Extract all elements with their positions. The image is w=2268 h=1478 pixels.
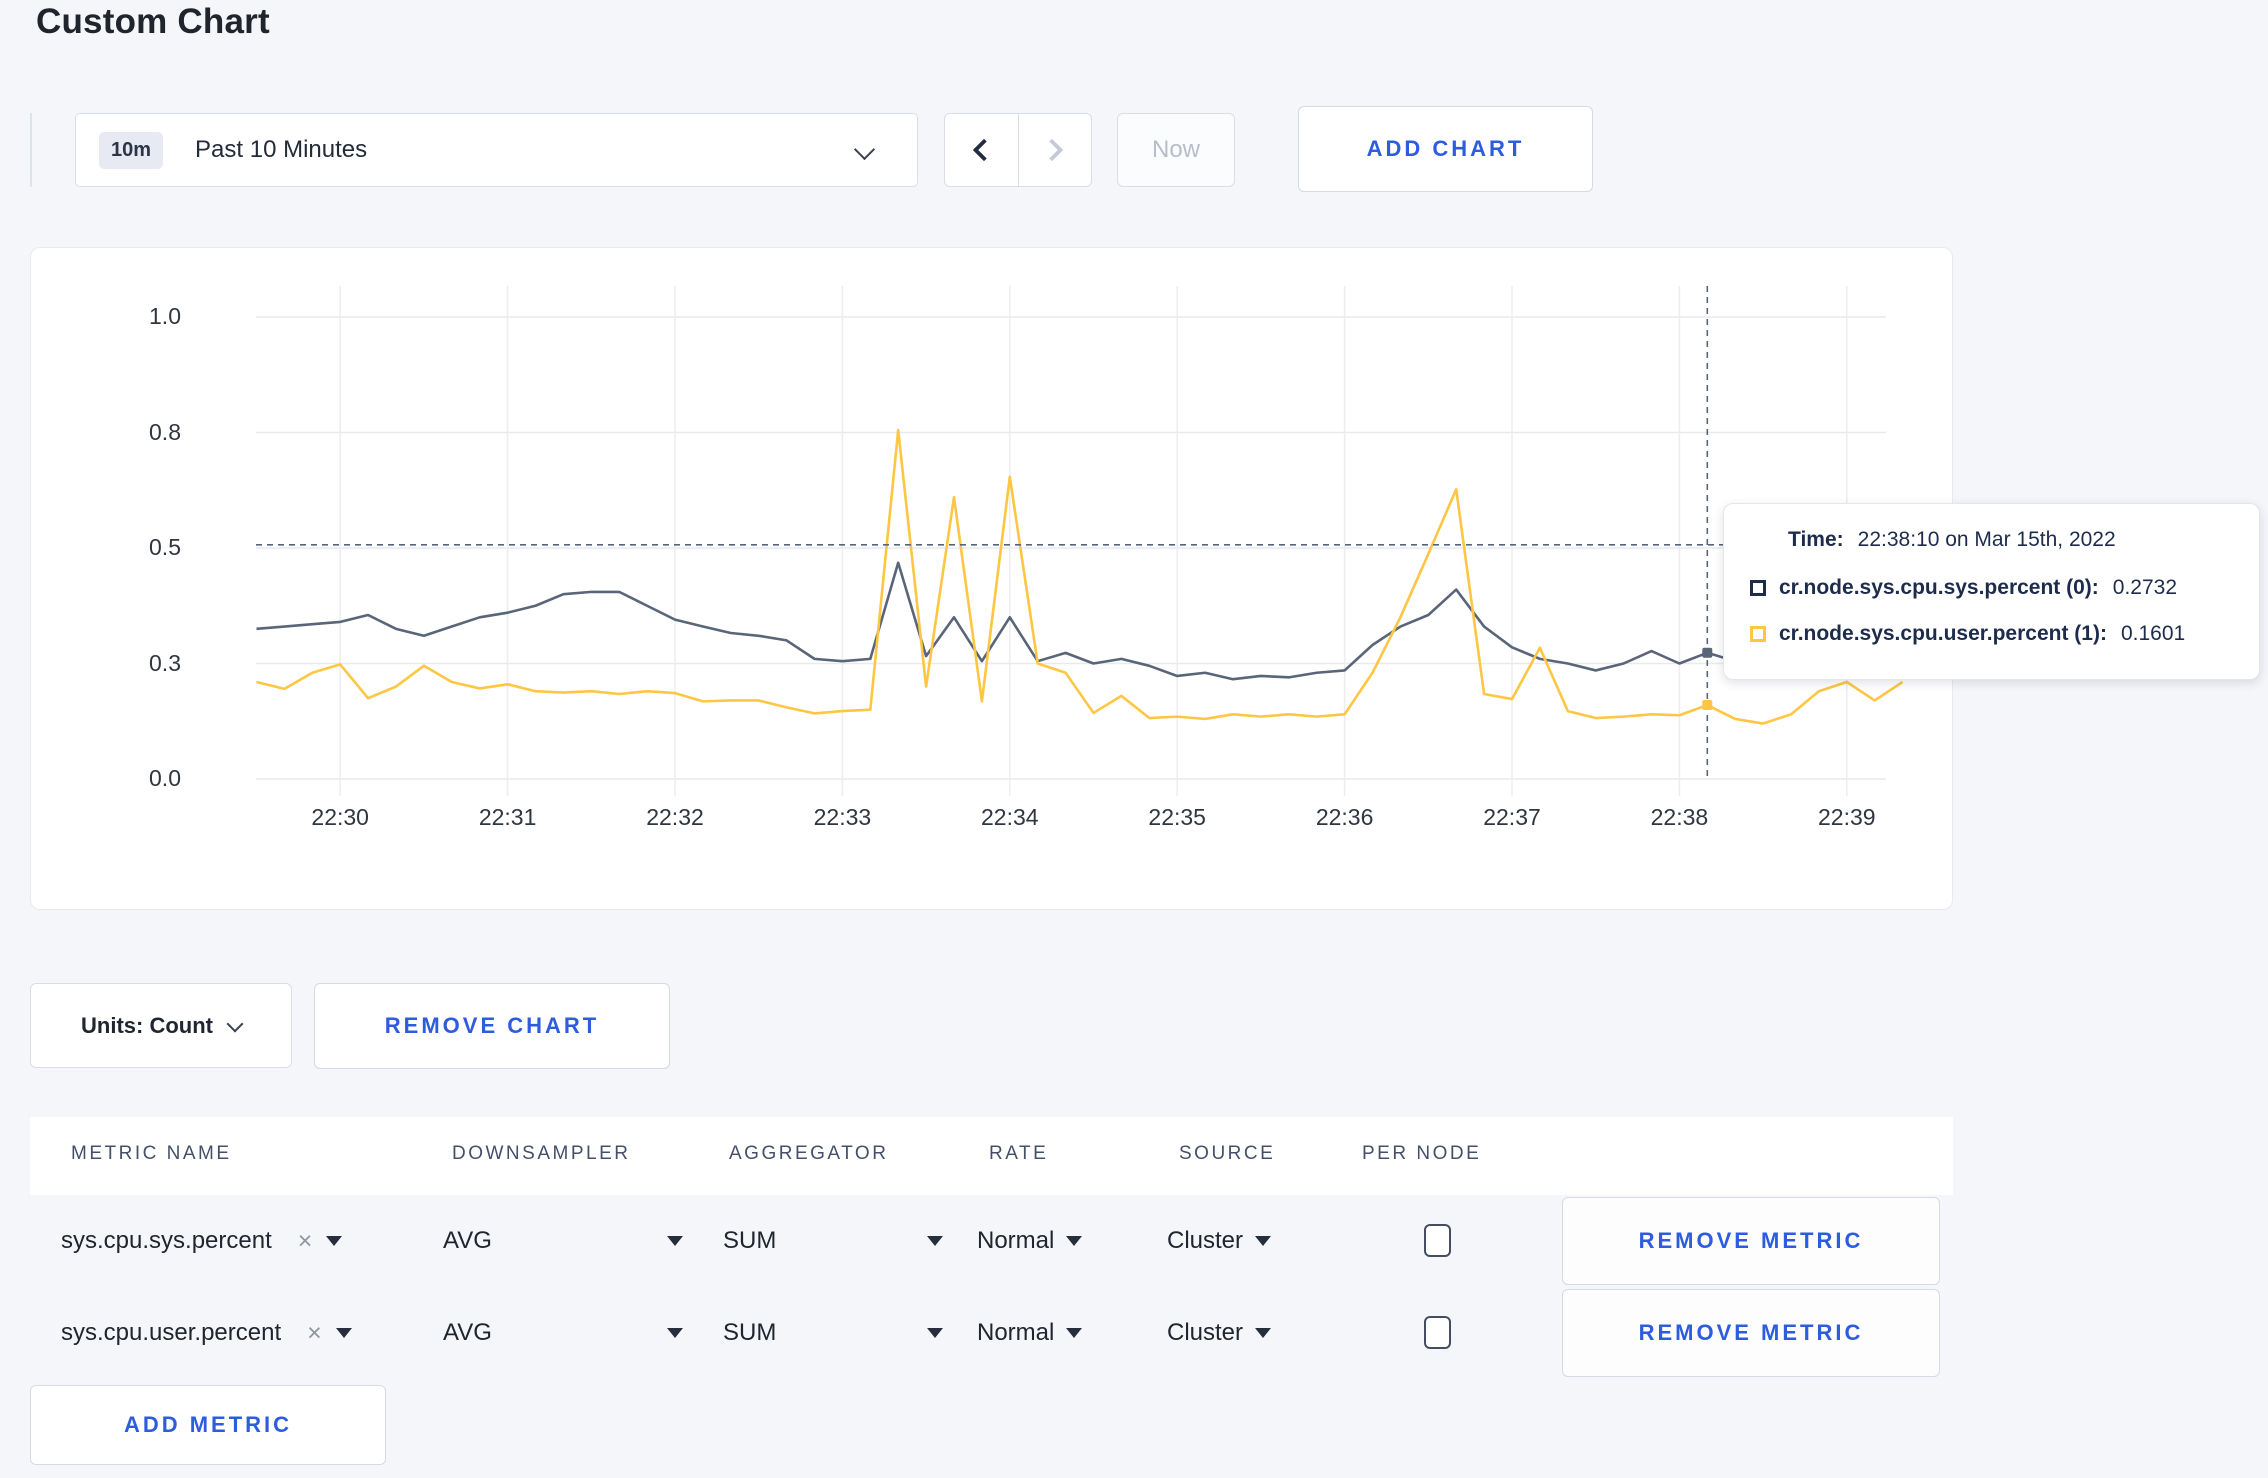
chevron-down-icon xyxy=(226,1015,244,1032)
clear-metric-icon[interactable]: × xyxy=(298,1227,313,1256)
now-button[interactable]: Now xyxy=(1117,113,1235,187)
rate-dropdown[interactable]: Normal xyxy=(977,1287,1083,1379)
caret-down-icon xyxy=(667,1328,683,1338)
chevron-right-icon xyxy=(1040,138,1064,162)
clear-metric-icon[interactable]: × xyxy=(307,1319,322,1348)
toolbar-left-divider xyxy=(30,113,32,187)
caret-down-icon xyxy=(927,1328,943,1338)
rate-value: Normal xyxy=(977,1227,1055,1254)
caret-down-icon xyxy=(667,1236,683,1246)
metric-name-value: sys.cpu.sys.percent xyxy=(61,1227,272,1254)
caret-down-icon xyxy=(326,1236,343,1246)
tooltip-series-row: cr.node.sys.cpu.sys.percent (0): 0.2732 xyxy=(1750,576,2177,600)
per-node-checkbox[interactable] xyxy=(1424,1224,1451,1257)
chevron-down-icon xyxy=(853,138,876,161)
x-tick-label: 22:37 xyxy=(1483,804,1541,830)
series-sys-swatch-icon xyxy=(1750,580,1766,596)
time-range-selector[interactable]: 10m Past 10 Minutes xyxy=(75,113,918,187)
caret-down-icon xyxy=(927,1236,943,1246)
downsampler-value: AVG xyxy=(443,1227,492,1254)
y-tick-label: 1.0 xyxy=(149,303,181,329)
x-tick-label: 22:31 xyxy=(478,804,537,830)
add-chart-button[interactable]: ADD CHART xyxy=(1298,106,1593,192)
x-tick-label: 22:33 xyxy=(813,804,872,830)
column-header-source: SOURCE xyxy=(1179,1143,1276,1164)
downsampler-dropdown[interactable]: AVG xyxy=(443,1195,683,1287)
x-tick-label: 22:36 xyxy=(1315,804,1374,830)
downsampler-value: AVG xyxy=(443,1319,492,1346)
remove-chart-button[interactable]: REMOVE CHART xyxy=(314,983,670,1069)
y-tick-label: 0.8 xyxy=(149,418,181,445)
tooltip-series-value: 0.2732 xyxy=(2112,576,2178,599)
remove-metric-button[interactable]: REMOVE METRIC xyxy=(1562,1289,1940,1377)
y-tick-label: 0.0 xyxy=(149,765,181,791)
per-node-checkbox[interactable] xyxy=(1424,1316,1451,1349)
x-tick-label: 22:35 xyxy=(1148,804,1206,830)
y-tick-label: 0.3 xyxy=(149,649,181,676)
table-row: sys.cpu.sys.percent × AVG SUM Normal Clu… xyxy=(30,1195,1953,1287)
units-dropdown[interactable]: Units: Count xyxy=(30,983,292,1068)
series-user-swatch-icon xyxy=(1750,626,1766,642)
source-dropdown[interactable]: Cluster xyxy=(1167,1195,1272,1287)
units-dropdown-label: Units: Count xyxy=(81,1012,213,1038)
chart-hover-tooltip: Time: 22:38:10 on Mar 15th, 2022 cr.node… xyxy=(1723,503,2260,680)
chevron-left-icon xyxy=(972,138,996,162)
tooltip-series-value: 0.1601 xyxy=(2120,622,2186,645)
x-tick-label: 22:34 xyxy=(981,804,1039,830)
tooltip-time-row: Time: 22:38:10 on Mar 15th, 2022 xyxy=(1788,528,2116,552)
source-value: Cluster xyxy=(1167,1227,1244,1254)
time-step-button-group xyxy=(944,113,1092,187)
aggregator-value: SUM xyxy=(723,1319,777,1346)
hover-point-sys xyxy=(1702,647,1713,658)
caret-down-icon xyxy=(1255,1236,1272,1246)
column-header-aggregator: AGGREGATOR xyxy=(729,1143,889,1164)
column-header-rate: RATE xyxy=(989,1143,1049,1164)
caret-down-icon xyxy=(1255,1328,1272,1338)
tooltip-series-label: cr.node.sys.cpu.sys.percent (0): xyxy=(1779,576,2099,599)
chart-card: 0.0 0.3 0.5 0.8 1.0 22:30 22:31 22:32 22:33 22:3… xyxy=(30,247,1954,910)
time-step-forward-button[interactable] xyxy=(1017,114,1092,186)
time-range-label: Past 10 Minutes xyxy=(195,136,368,163)
caret-down-icon xyxy=(335,1328,352,1338)
custom-chart-page: Custom Chart 10m Past 10 Minutes Now ADD… xyxy=(0,0,2268,1478)
x-tick-label: 22:32 xyxy=(646,804,704,830)
tooltip-time-label: Time: xyxy=(1788,528,1844,551)
caret-down-icon xyxy=(1066,1328,1083,1338)
remove-metric-button[interactable]: REMOVE METRIC xyxy=(1562,1197,1940,1285)
metric-name-dropdown[interactable]: sys.cpu.sys.percent × xyxy=(61,1195,343,1287)
metric-name-dropdown[interactable]: sys.cpu.user.percent × xyxy=(61,1287,352,1379)
caret-down-icon xyxy=(1066,1236,1083,1246)
aggregator-value: SUM xyxy=(723,1227,777,1254)
time-range-badge: 10m xyxy=(99,131,164,169)
y-tick-label: 0.5 xyxy=(149,534,181,560)
column-header-metric-name: METRIC NAME xyxy=(71,1143,232,1164)
table-row: sys.cpu.user.percent × AVG SUM Normal Cl… xyxy=(30,1287,1953,1379)
column-header-downsampler: DOWNSAMPLER xyxy=(452,1143,631,1164)
rate-dropdown[interactable]: Normal xyxy=(977,1195,1083,1287)
metrics-table-header: METRIC NAME DOWNSAMPLER AGGREGATOR RATE … xyxy=(30,1117,1953,1195)
page-title: Custom Chart xyxy=(36,2,270,41)
source-value: Cluster xyxy=(1167,1319,1244,1346)
tooltip-series-row: cr.node.sys.cpu.user.percent (1): 0.1601 xyxy=(1750,622,2185,646)
time-step-back-button[interactable] xyxy=(945,114,1018,186)
aggregator-dropdown[interactable]: SUM xyxy=(723,1287,943,1379)
source-dropdown[interactable]: Cluster xyxy=(1167,1287,1272,1379)
tooltip-series-label: cr.node.sys.cpu.user.percent (1): xyxy=(1779,622,2107,645)
series-line-sys xyxy=(256,561,1903,681)
add-metric-button[interactable]: ADD METRIC xyxy=(30,1385,386,1465)
x-tick-label: 22:30 xyxy=(311,804,369,830)
x-tick-label: 22:38 xyxy=(1650,804,1709,830)
series-line-user xyxy=(256,428,1904,725)
downsampler-dropdown[interactable]: AVG xyxy=(443,1287,683,1379)
tooltip-time-value: 22:38:10 on Mar 15th, 2022 xyxy=(1857,528,2116,551)
column-header-per-node: PER NODE xyxy=(1362,1143,1482,1164)
aggregator-dropdown[interactable]: SUM xyxy=(723,1195,943,1287)
hover-point-user xyxy=(1702,700,1713,711)
metric-name-value: sys.cpu.user.percent xyxy=(61,1319,282,1346)
rate-value: Normal xyxy=(977,1319,1055,1346)
x-tick-label: 22:39 xyxy=(1818,804,1876,830)
